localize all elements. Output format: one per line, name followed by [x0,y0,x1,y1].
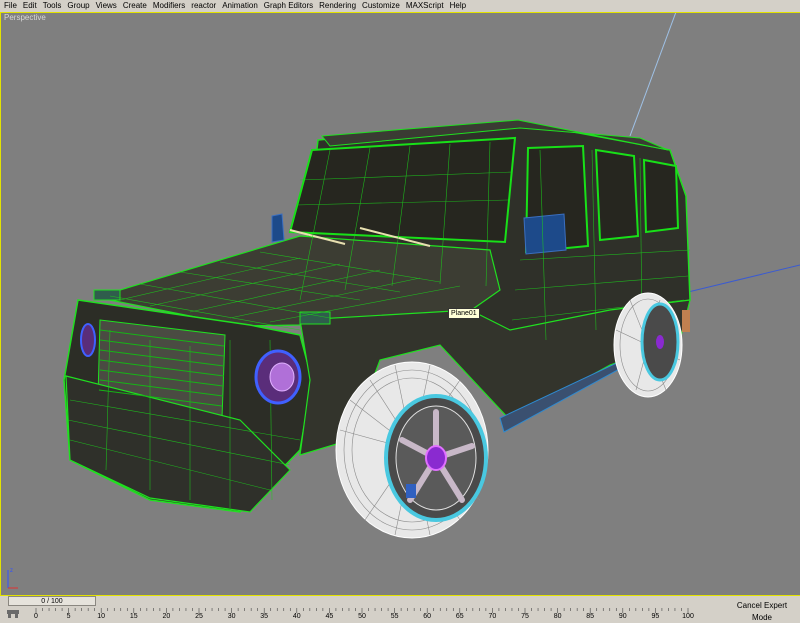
menu-item-graph-editors[interactable]: Graph Editors [261,0,316,12]
menu-item-views[interactable]: Views [93,0,120,12]
track-bar[interactable]: 0 5 10 15 20 25 30 35 40 45 50 55 60 65 70 75 80 85 90 95 10… [26,608,724,622]
tick-label: 20 [162,613,171,620]
viewport-label[interactable]: Perspective [4,13,46,22]
menu-item-modifiers[interactable]: Modifiers [150,0,188,12]
menu-item-edit[interactable]: Edit [20,0,40,12]
tick-label: 5 [66,613,71,620]
tick-label: 90 [618,613,627,620]
tick-label: 75 [521,613,529,620]
time-slider[interactable]: 0 / 100 [8,596,96,606]
object-tooltip: Plane01 [448,308,480,319]
tick-label: 30 [227,613,236,620]
menu-item-reactor[interactable]: reactor [188,0,219,12]
menu-item-customize[interactable]: Customize [359,0,403,12]
menu-item-create[interactable]: Create [120,0,150,12]
perspective-viewport[interactable]: Perspective Plane01 z [0,12,800,596]
menu-item-group[interactable]: Group [64,0,92,12]
tick-label: 70 [488,613,497,620]
svg-text:z: z [10,568,13,574]
tick-label: 95 [651,613,660,620]
tick-label: 85 [586,613,595,620]
menu-item-tools[interactable]: Tools [40,0,65,12]
track-bar-toggle-icon[interactable] [6,608,20,618]
tick-label: 55 [390,613,399,620]
cancel-expert-mode-button[interactable]: Cancel Expert Mode [726,600,798,622]
tick-label: 100 [682,613,694,620]
menu-item-animation[interactable]: Animation [219,0,261,12]
tick-label: 80 [553,613,562,620]
menu-item-maxscript[interactable]: MAXScript [403,0,447,12]
tick-label: 45 [325,613,334,620]
axis-tripod-icon: z [7,568,18,589]
tick-label: 65 [455,613,464,620]
front-wheel [335,361,489,539]
time-slider-text: 0 / 100 [41,597,63,605]
tick-label: 0 [34,613,38,620]
tick-label: 40 [292,613,301,620]
menu-bar: File Edit Tools Group Views Create Modifiers re… [0,0,800,12]
axis-helper-line [683,264,800,294]
tick-label: 35 [260,613,269,620]
light-helper-line [629,12,677,137]
menu-item-rendering[interactable]: Rendering [316,0,359,12]
menu-item-help[interactable]: Help [447,0,469,12]
tick-label: 60 [423,613,432,620]
tick-label: 10 [97,613,106,620]
menu-item-file[interactable]: File [1,0,20,12]
bottom-panel: 0 / 100 0 5 10 15 20 25 30 35 40 45 50 55 60 65 70 75 80… [0,596,800,623]
scene-wireframe [63,12,800,539]
tick-label: 15 [129,613,138,620]
tick-label: 50 [358,613,366,620]
tick-label: 25 [195,613,203,620]
